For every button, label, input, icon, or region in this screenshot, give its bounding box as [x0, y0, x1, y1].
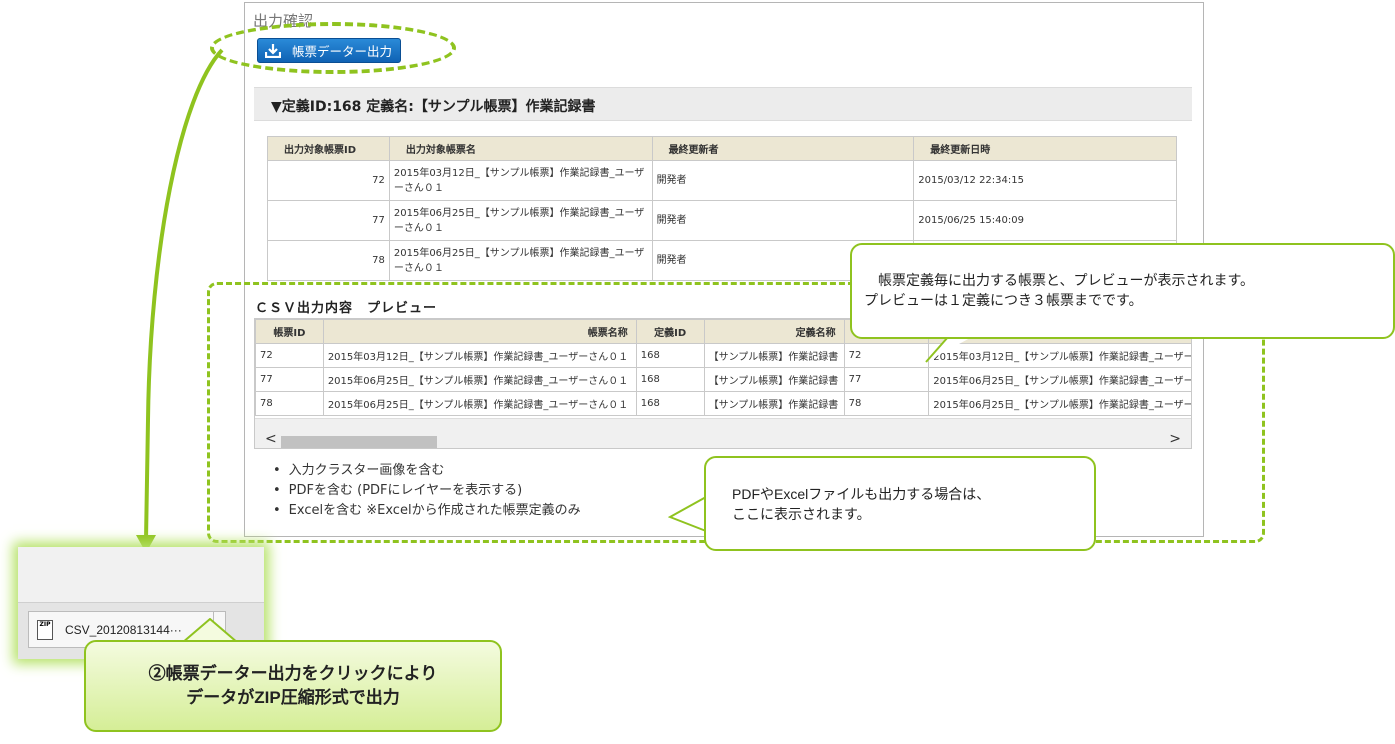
callout-line: データがZIP圧縮形式で出力	[186, 688, 400, 707]
bubble-line: ここに表示されます。	[732, 506, 871, 522]
report-id-cell: 77	[267, 200, 390, 241]
bubble-line: 帳票定義毎に出力する帳票と、プレビューが表示されます。	[878, 272, 1255, 288]
bubble2-tail	[668, 496, 707, 532]
report-name-cell: 2015年06月25日_【サンプル帳票】作業記録書_ユーザーさん０１	[388, 200, 653, 241]
column-header: 出力対象帳票名	[388, 136, 653, 161]
column-header: 最終更新者	[651, 136, 915, 161]
definition-header-bar: ▼定義ID:168 定義名:【サンプル帳票】作業記録書	[254, 87, 1192, 121]
definition-title: ▼定義ID:168 定義名:【サンプル帳票】作業記録書	[271, 99, 596, 115]
bubble-line: プレビューは１定義につき３帳票までです。	[864, 292, 1143, 308]
column-header: 最終更新日時	[913, 136, 1177, 161]
column-header: 出力対象帳票ID	[267, 136, 390, 161]
updater-cell: 開発者	[651, 160, 915, 201]
callout-line: ②帳票データー出力をクリックにより	[148, 664, 438, 683]
updated-cell: 2015/03/12 22:34:15	[913, 160, 1177, 201]
download-filename: CSV_20120813144···	[65, 622, 182, 637]
table-row: 72 2015年03月12日_【サンプル帳票】作業記録書_ユーザーさん０１ 開発…	[267, 160, 1177, 201]
report-id-cell: 72	[267, 160, 390, 201]
updated-cell: 2015/06/25 15:40:09	[913, 200, 1177, 241]
table-row: 77 2015年06月25日_【サンプル帳票】作業記録書_ユーザーさん０１ 開発…	[267, 200, 1177, 241]
report-id-cell: 78	[267, 240, 390, 281]
table-header-row: 出力対象帳票ID 出力対象帳票名 最終更新者 最終更新日時	[267, 136, 1177, 161]
report-name-cell: 2015年06月25日_【サンプル帳票】作業記録書_ユーザーさん０１	[388, 240, 653, 281]
zip-output-callout: ②帳票データー出力をクリックにより データがZIP圧縮形式で出力	[84, 640, 502, 732]
button-highlight-ellipse	[210, 22, 456, 74]
preview-note-bubble: 帳票定義毎に出力する帳票と、プレビューが表示されます。 プレビューは１定義につき…	[850, 243, 1395, 339]
files-note-bubble: PDFやExcelファイルも出力する場合は、 ここに表示されます。	[704, 456, 1096, 551]
zip-file-icon: ZIP	[37, 619, 53, 640]
updater-cell: 開発者	[651, 200, 915, 241]
bubble-line: PDFやExcelファイルも出力する場合は、	[732, 486, 991, 502]
report-name-cell: 2015年03月12日_【サンプル帳票】作業記録書_ユーザーさん０１	[388, 160, 653, 201]
